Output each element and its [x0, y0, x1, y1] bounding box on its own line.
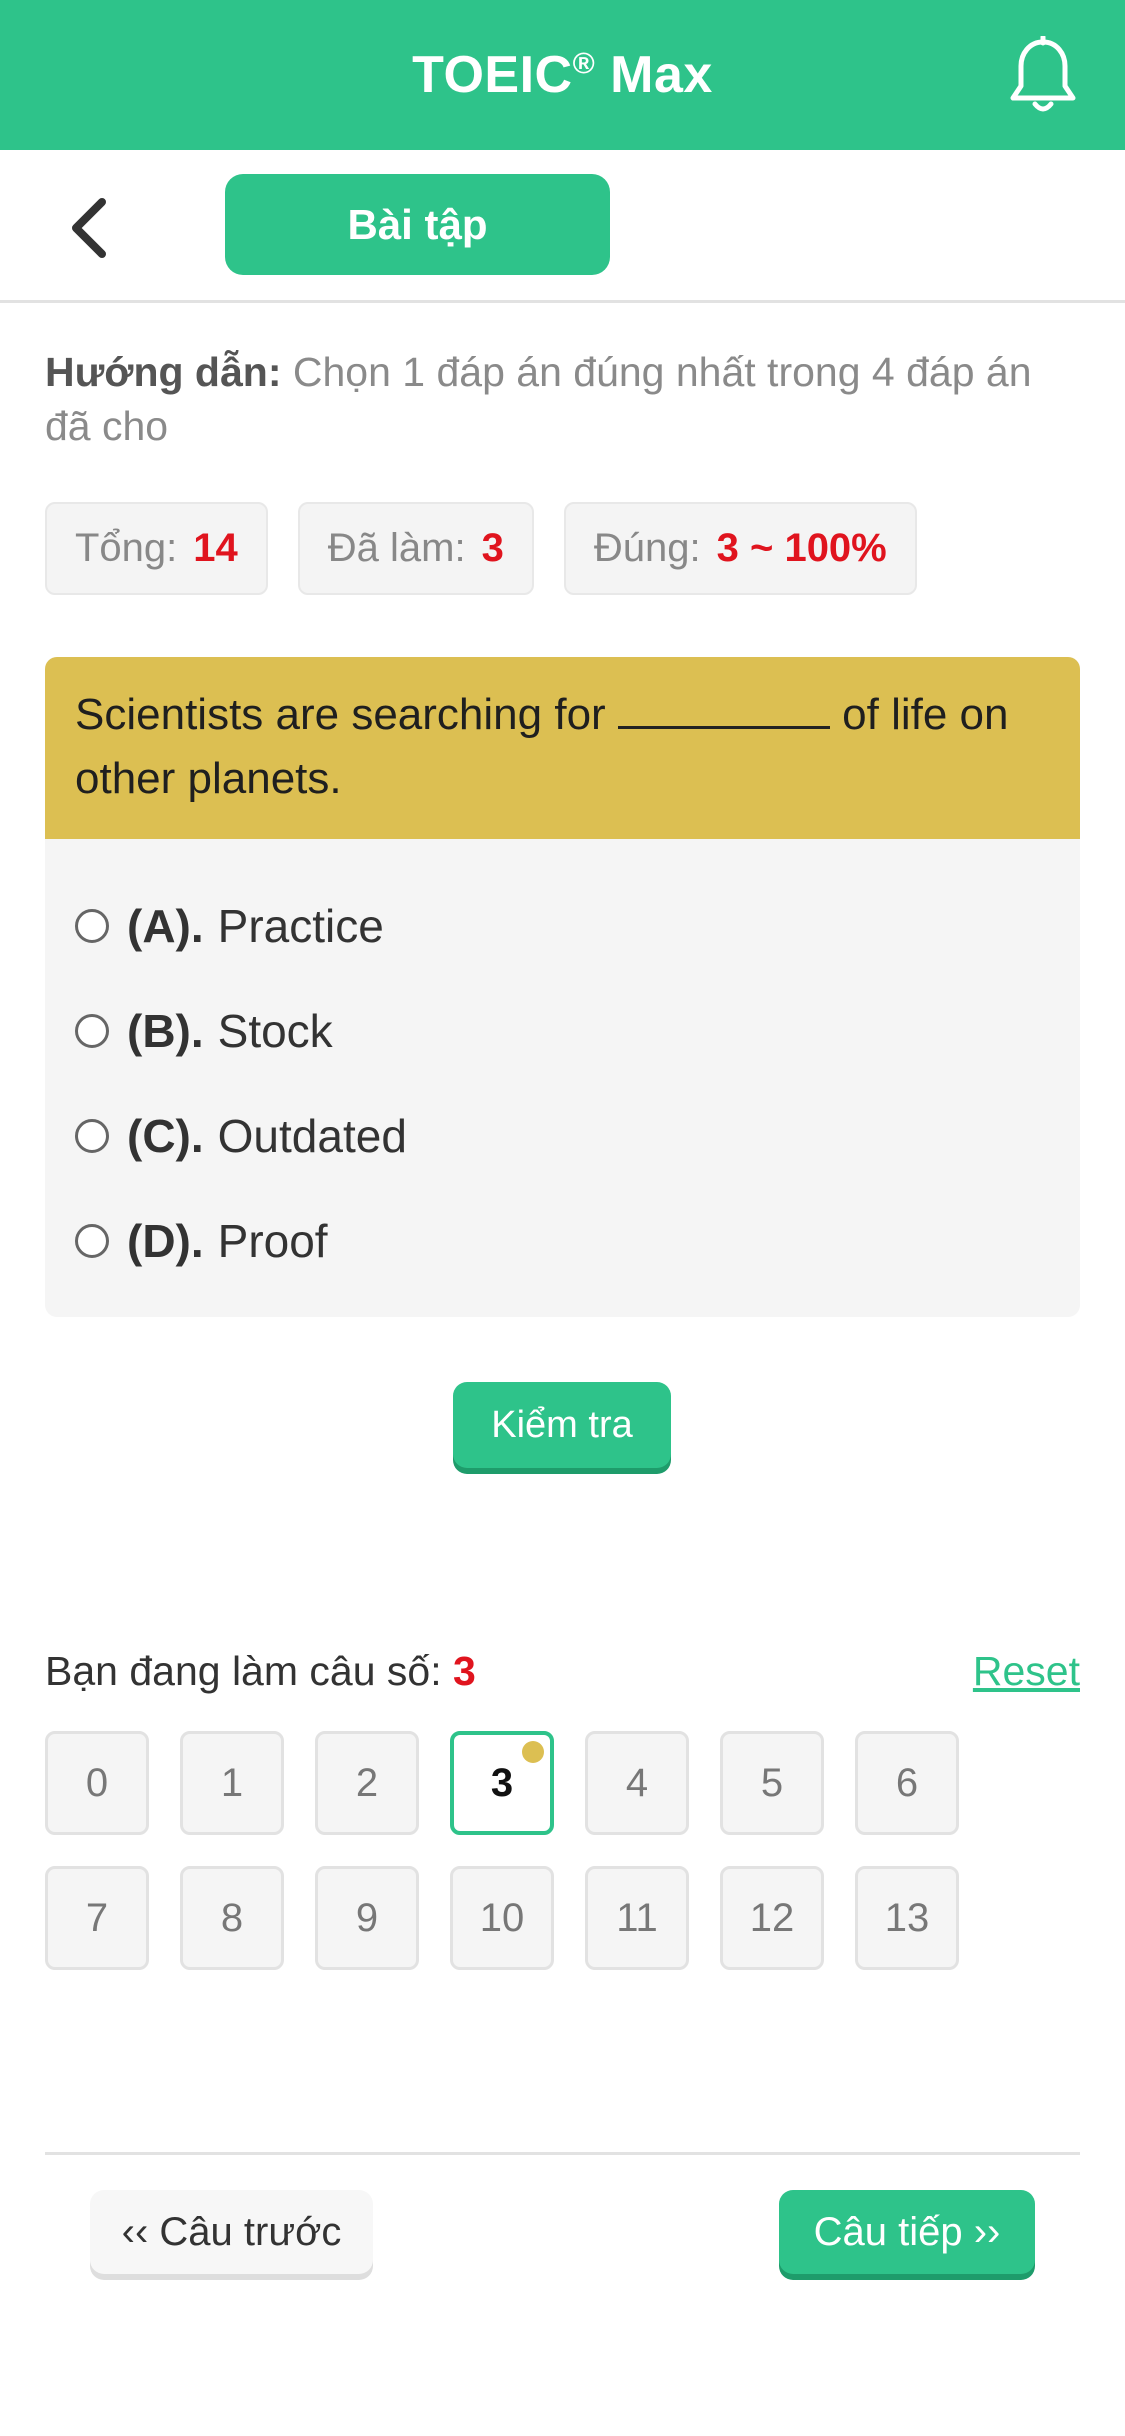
question-number-12[interactable]: 12 [720, 1866, 824, 1970]
instructions-label: Hướng dẫn: [45, 349, 282, 395]
question-card: Scientists are searching for of life on … [45, 657, 1080, 1317]
check-button[interactable]: Kiểm tra [453, 1382, 671, 1468]
stats-bar: Tổng: 14 Đã làm: 3 Đúng: 3 ~ 100% [45, 502, 917, 595]
option-d[interactable]: (D). Proof [45, 1188, 1080, 1293]
option-a[interactable]: (A). Practice [45, 873, 1080, 978]
question-number-4[interactable]: 4 [585, 1731, 689, 1835]
answer-blank [617, 686, 830, 729]
question-number-0[interactable]: 0 [45, 1731, 149, 1835]
stat-total: Tổng: 14 [45, 502, 268, 595]
chevron-left-icon[interactable] [62, 196, 118, 260]
question-number-2[interactable]: 2 [315, 1731, 419, 1835]
reset-link[interactable]: Reset [973, 1648, 1080, 1695]
radio-button[interactable] [75, 1118, 109, 1153]
question-number-1[interactable]: 1 [180, 1731, 284, 1835]
question-number-13[interactable]: 13 [855, 1866, 959, 1970]
instructions: Hướng dẫn: Chọn 1 đáp án đúng nhất trong… [45, 345, 1085, 453]
question-text: Scientists are searching for of life on … [45, 657, 1080, 839]
question-number-8[interactable]: 8 [180, 1866, 284, 1970]
radio-button[interactable] [75, 908, 109, 943]
question-number-5[interactable]: 5 [720, 1731, 824, 1835]
option-c[interactable]: (C). Outdated [45, 1083, 1080, 1188]
answered-dot [522, 1741, 544, 1763]
next-question-button[interactable]: Câu tiếp ›› [779, 2190, 1035, 2274]
question-grid: 0 1 2 3 4 5 6 7 8 9 10 11 12 13 [45, 1731, 1045, 1970]
question-number-11[interactable]: 11 [585, 1866, 689, 1970]
bell-icon[interactable] [1007, 34, 1079, 116]
option-b[interactable]: (B). Stock [45, 978, 1080, 1083]
current-question-label: Bạn đang làm câu số: 3 [45, 1648, 476, 1694]
answer-options: (A). Practice (B). Stock (C). Outdated (D).… [45, 839, 1080, 1293]
question-number-10[interactable]: 10 [450, 1866, 554, 1970]
app-header: TOEIC® Max [0, 0, 1125, 150]
question-number-6[interactable]: 6 [855, 1731, 959, 1835]
tab-exercise[interactable]: Bài tập [225, 174, 610, 275]
sub-header: Bài tập [0, 150, 1125, 303]
stat-correct: Đúng: 3 ~ 100% [563, 502, 917, 595]
question-number-3-current[interactable]: 3 [450, 1731, 554, 1835]
question-number-9[interactable]: 9 [315, 1866, 419, 1970]
previous-question-button[interactable]: ‹‹ Câu trước [90, 2190, 373, 2274]
radio-button[interactable] [75, 1013, 109, 1048]
stat-done: Đã làm: 3 [297, 502, 534, 595]
footer-divider [45, 2152, 1080, 2155]
question-number-7[interactable]: 7 [45, 1866, 149, 1970]
radio-button[interactable] [75, 1223, 109, 1258]
app-title: TOEIC® Max [412, 46, 713, 104]
